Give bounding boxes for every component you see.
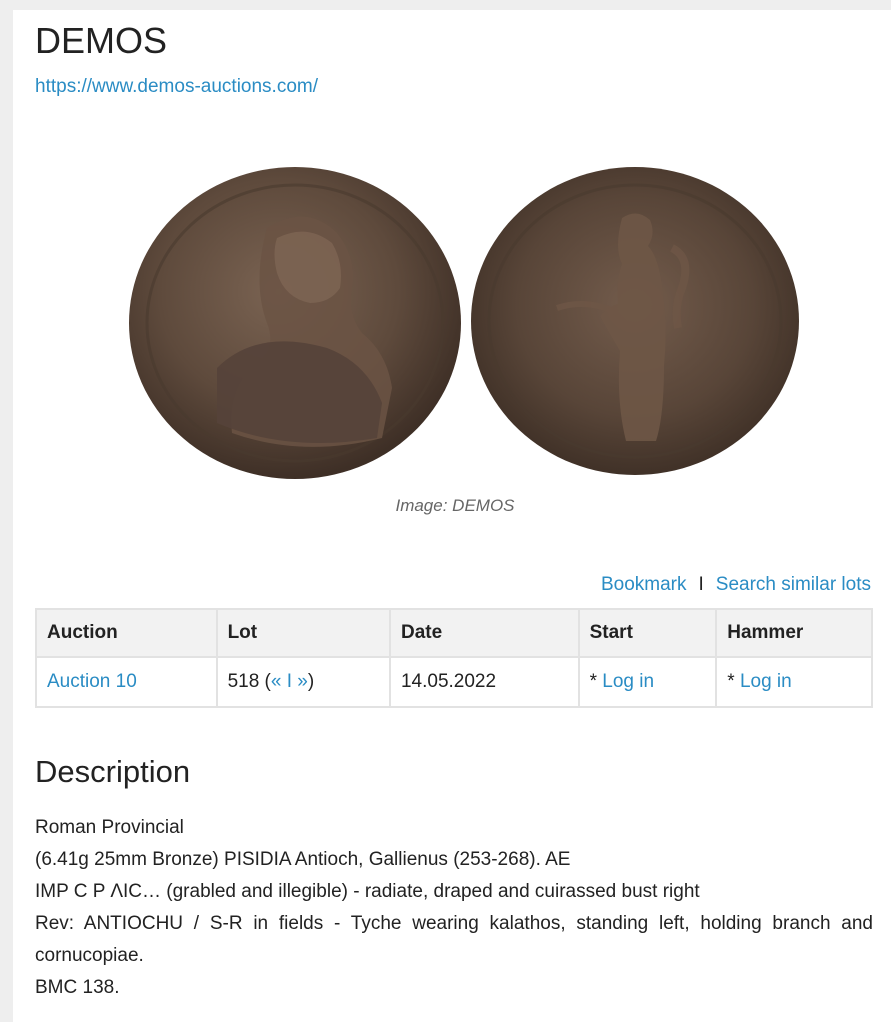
- description-line: BMC 138.: [35, 977, 120, 998]
- coin-obverse: [129, 167, 461, 479]
- page-title: DEMOS: [35, 20, 168, 61]
- lot-actions: Bookmark I Search similar lots: [601, 574, 871, 596]
- auction-cell: Auction 10: [35, 656, 218, 708]
- next-lot-link[interactable]: »: [297, 671, 308, 692]
- search-similar-lots-link[interactable]: Search similar lots: [716, 574, 871, 595]
- previous-lot-link[interactable]: «: [271, 671, 282, 692]
- lot-number: 518 (: [227, 671, 271, 692]
- bookmark-link[interactable]: Bookmark: [601, 574, 687, 595]
- description-heading: Description: [35, 754, 191, 789]
- column-header-auction: Auction: [35, 608, 218, 658]
- hammer-prefix: *: [727, 671, 740, 692]
- column-header-start: Start: [577, 608, 718, 658]
- lot-cell: 518 (« I »): [215, 656, 391, 708]
- description-line: IMP C P ΛIC… (grabled and illegible) - r…: [35, 881, 700, 902]
- coin-image: [129, 167, 799, 479]
- table-header-row: Auction Lot Date Start Hammer: [35, 608, 873, 658]
- lot-info-table: Auction Lot Date Start Hammer Auction 10…: [35, 608, 873, 708]
- table-row: Auction 10 518 (« I ») 14.05.2022 * Log …: [35, 656, 873, 708]
- lot-nav-separator: I: [281, 671, 298, 692]
- hammer-login-link[interactable]: Log in: [740, 671, 792, 692]
- description-line: Rev: ANTIOCHU / S-R in fields - Tyche we…: [35, 913, 873, 966]
- start-login-link[interactable]: Log in: [602, 671, 654, 692]
- auction-link[interactable]: Auction 10: [47, 671, 137, 692]
- column-header-hammer: Hammer: [715, 608, 873, 658]
- description-line: Roman Provincial: [35, 817, 184, 838]
- description-body: Roman Provincial (6.41g 25mm Bronze) PIS…: [35, 812, 873, 1004]
- start-prefix: *: [589, 671, 603, 692]
- column-header-lot: Lot: [215, 608, 391, 658]
- column-header-date: Date: [388, 608, 580, 658]
- coin-reverse: [471, 167, 799, 475]
- lot-page: DEMOS https://www.demos-auctions.com/ Im…: [13, 10, 891, 1022]
- hammer-cell: * Log in: [715, 656, 873, 708]
- auction-house-url-link[interactable]: https://www.demos-auctions.com/: [35, 76, 318, 98]
- lot-close-paren: ): [307, 671, 315, 692]
- start-cell: * Log in: [577, 656, 718, 708]
- image-caption: Image: DEMOS: [395, 496, 515, 515]
- description-line: (6.41g 25mm Bronze) PISIDIA Antioch, Gal…: [35, 849, 571, 870]
- date-cell: 14.05.2022: [388, 656, 580, 708]
- actions-separator: I: [698, 574, 704, 595]
